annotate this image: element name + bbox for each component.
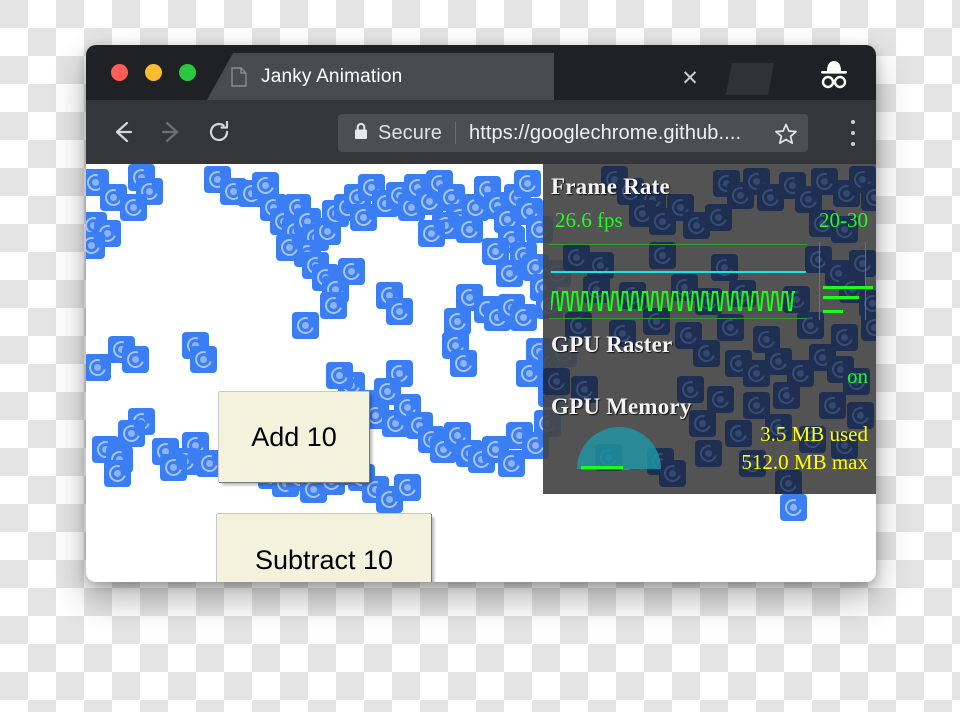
incognito-hat-glasses-icon: [814, 58, 854, 90]
subtract-10-button[interactable]: Subtract 10: [217, 514, 431, 582]
close-window-button[interactable]: [111, 64, 128, 81]
screenshot-root: Janky Animation ✕ Secure https://googlec…: [0, 0, 960, 712]
gpu-memory-max: 512.0 MB max: [741, 450, 868, 474]
graph-top-gridline: [549, 244, 807, 245]
tab-title: Janky Animation: [261, 65, 403, 87]
frame-rate-heading: Frame Rate: [551, 174, 670, 199]
graph-bar-3: [823, 310, 843, 313]
fps-meter-panel: Frame Rate 26.6 fps 20-30 GPU Raster on …: [543, 164, 876, 494]
frame-rate-value: 26.6 fps: [555, 208, 623, 232]
gpu-raster-heading: GPU Raster: [551, 332, 673, 357]
minimize-window-button[interactable]: [145, 64, 162, 81]
frame-rate-waveform: [551, 291, 795, 311]
forward-arrow-icon[interactable]: [156, 117, 186, 147]
document-icon: [231, 66, 247, 87]
back-arrow-icon[interactable]: [108, 117, 138, 147]
window-controls: [111, 64, 196, 81]
gpu-memory-heading: GPU Memory: [551, 394, 692, 419]
memory-gauge-needle-shadow: [581, 469, 629, 470]
browser-window: Janky Animation ✕ Secure https://googlec…: [86, 45, 876, 582]
memory-gauge-icon: [577, 427, 661, 469]
browser-toolbar: Secure https://googlechrome.github....: [86, 100, 876, 164]
fps-meter-content: Frame Rate 26.6 fps 20-30 GPU Raster on …: [543, 164, 876, 494]
star-icon[interactable]: [774, 122, 798, 151]
frame-rate-graph: [549, 244, 807, 319]
tab-content: Janky Animation: [231, 53, 554, 100]
three-dots-menu-icon[interactable]: [850, 120, 856, 146]
graph-bottom-gridline: [549, 318, 807, 319]
add-10-button-label: Add 10: [251, 421, 337, 452]
frame-rate-range: 20-30: [819, 208, 868, 232]
graph-bar-1: [823, 286, 873, 289]
graph-bar-2: [823, 296, 859, 299]
graph-divider-left: [819, 242, 820, 320]
subtract-10-button-label: Subtract 10: [254, 544, 394, 575]
url-text: https://googlechrome.github....: [468, 121, 742, 144]
reload-icon[interactable]: [204, 117, 234, 147]
gpu-memory-used: 3.5 MB used: [760, 422, 868, 446]
security-label: Secure: [378, 121, 442, 144]
add-10-button[interactable]: Add 10: [219, 392, 369, 482]
omnibox-divider: [454, 122, 456, 144]
gpu-raster-value: on: [847, 364, 868, 388]
tab-strip: Janky Animation ✕: [86, 45, 876, 100]
frame-rate-average-line: [551, 271, 806, 273]
omnibox[interactable]: Secure https://googlechrome.github....: [338, 114, 808, 152]
lock-icon: [354, 122, 368, 145]
maximize-window-button[interactable]: [179, 64, 196, 81]
page-viewport: Add 10 Subtract 10 Stop: [86, 164, 876, 582]
new-tab-icon[interactable]: [726, 63, 774, 95]
close-icon[interactable]: ✕: [680, 68, 700, 89]
graph-divider-right: [865, 242, 866, 320]
